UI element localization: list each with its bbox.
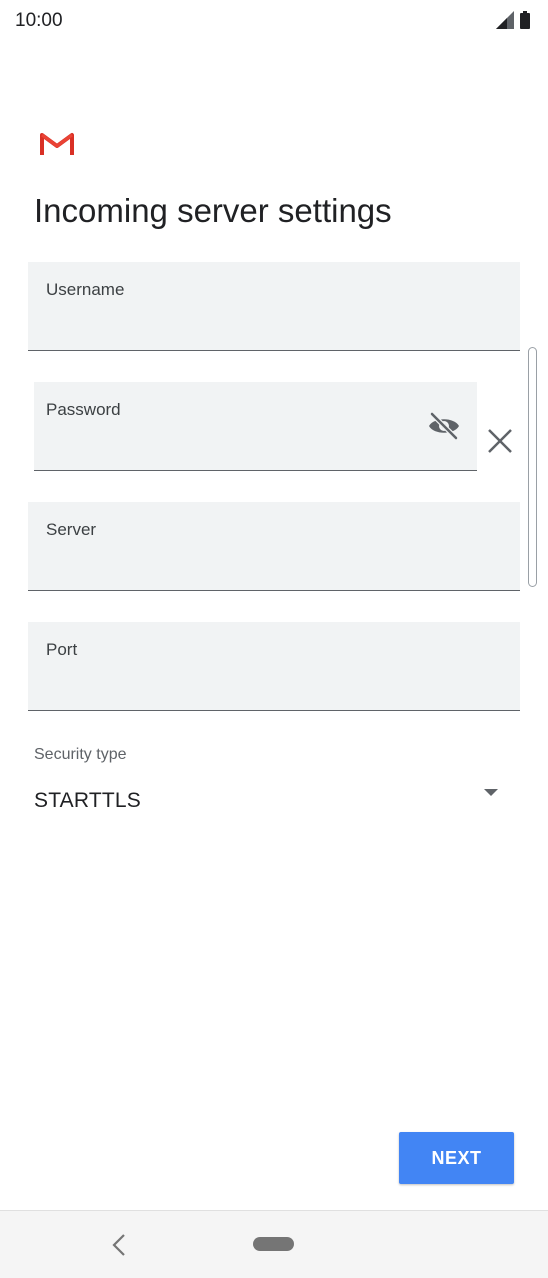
server-input[interactable] bbox=[46, 556, 502, 582]
status-time: 10:00 bbox=[15, 10, 63, 31]
password-input[interactable] bbox=[46, 436, 417, 462]
gmail-logo-icon bbox=[40, 133, 74, 155]
scrollbar[interactable] bbox=[528, 347, 537, 587]
status-bar: 10:00 bbox=[0, 0, 548, 40]
port-input[interactable] bbox=[46, 676, 502, 702]
hide-password-eye-icon[interactable] bbox=[427, 411, 461, 441]
page-title: Incoming server settings bbox=[34, 192, 392, 229]
username-input[interactable] bbox=[46, 316, 502, 342]
security-type-dropdown[interactable]: STARTTLS bbox=[34, 782, 506, 822]
port-field[interactable]: Port bbox=[28, 622, 520, 711]
clear-icon[interactable] bbox=[485, 426, 515, 456]
username-field[interactable]: Username bbox=[28, 262, 520, 351]
signal-icon bbox=[496, 11, 514, 29]
security-type-value: STARTTLS bbox=[34, 789, 142, 812]
navigation-bar bbox=[0, 1210, 548, 1278]
screen: 10:00 Incoming server settings Username … bbox=[0, 0, 548, 1278]
password-label: Password bbox=[46, 400, 121, 419]
home-pill-icon[interactable] bbox=[253, 1237, 294, 1251]
server-field[interactable]: Server bbox=[28, 502, 520, 591]
security-type-label: Security type bbox=[34, 746, 127, 763]
back-icon[interactable] bbox=[108, 1231, 132, 1259]
port-label: Port bbox=[46, 640, 78, 659]
signal-battery-icons bbox=[496, 11, 530, 29]
dropdown-arrow-icon bbox=[484, 789, 498, 796]
password-field[interactable]: Password bbox=[34, 382, 477, 471]
battery-icon bbox=[520, 11, 530, 29]
next-button[interactable]: NEXT bbox=[399, 1132, 514, 1184]
username-label: Username bbox=[46, 280, 125, 299]
server-label: Server bbox=[46, 520, 97, 539]
